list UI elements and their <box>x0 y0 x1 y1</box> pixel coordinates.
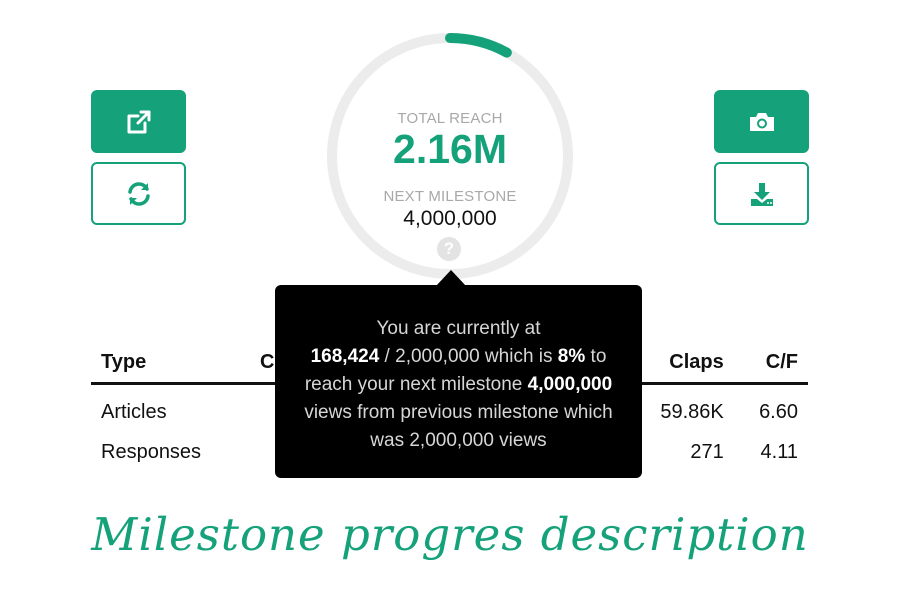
camera-icon <box>749 112 774 131</box>
cell-claps: 59.86K <box>660 401 724 423</box>
download-icon <box>750 182 773 206</box>
download-button[interactable] <box>714 162 809 225</box>
external-link-icon <box>127 110 150 133</box>
header-claps[interactable]: Claps <box>634 345 734 385</box>
refresh-icon <box>127 181 150 206</box>
tooltip-separator: / <box>379 346 396 367</box>
tooltip-tail: views from previous milestone which was … <box>304 402 613 451</box>
tooltip-intro: You are currently at <box>376 318 541 339</box>
tooltip-current: 168,424 <box>310 346 380 367</box>
next-milestone-value: 4,000,000 <box>403 207 497 230</box>
tooltip-next-milestone: 4,000,000 <box>527 374 613 395</box>
next-milestone-label: NEXT MILESTONE <box>383 188 517 205</box>
cell-type: Responses <box>101 441 202 463</box>
milestone-tooltip: You are currently at 168,424 / 2,000,000… <box>275 285 642 478</box>
open-external-button[interactable] <box>91 90 186 153</box>
tooltip-target: 2,000,000 <box>395 346 480 367</box>
total-reach-value: 2.16M <box>393 126 507 172</box>
question-icon[interactable]: ? <box>437 237 461 261</box>
cell-cf: 6.60 <box>759 401 798 423</box>
header-cf[interactable]: C/F <box>733 345 808 385</box>
refresh-button[interactable] <box>91 162 186 225</box>
cell-cf: 4.11 <box>760 441 798 463</box>
cell-type: Articles <box>101 401 167 423</box>
tooltip-arrow <box>436 270 466 286</box>
cell-claps: 271 <box>690 441 724 463</box>
tooltip-percent: 8% <box>557 346 586 367</box>
caption: Milestone progres description <box>91 508 809 561</box>
header-type[interactable]: Type <box>91 345 221 385</box>
tooltip-which-is: which is <box>479 346 558 367</box>
screenshot-button[interactable] <box>714 90 809 153</box>
total-reach-label: TOTAL REACH <box>397 110 503 127</box>
